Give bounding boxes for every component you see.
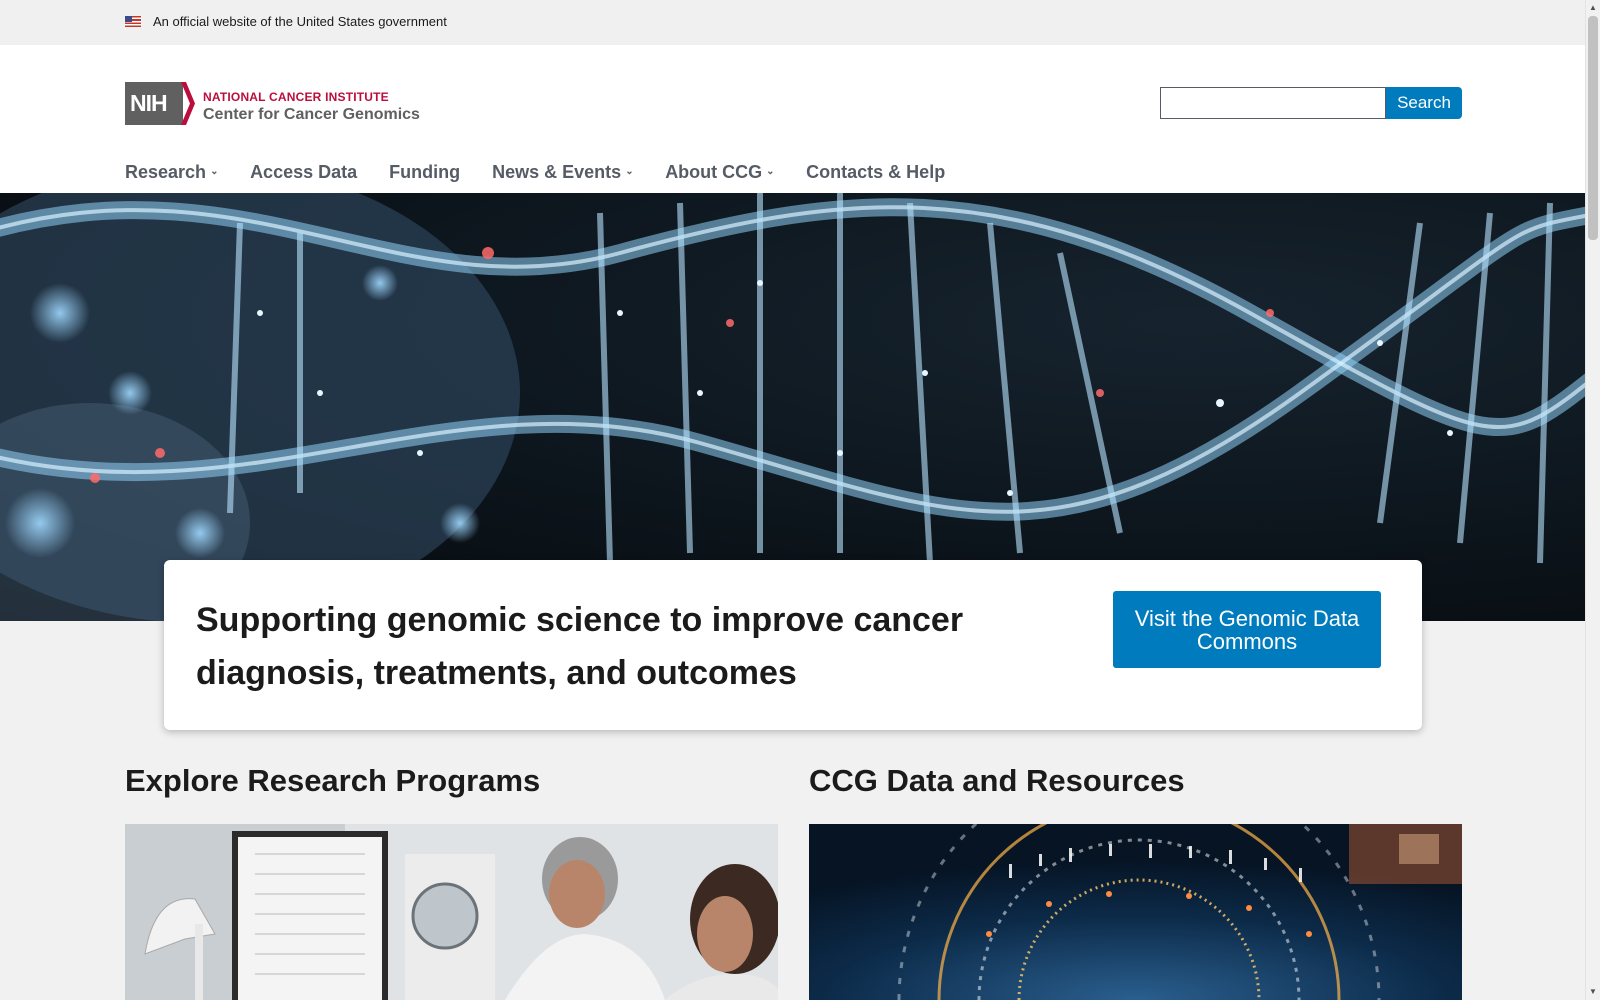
scroll-up-arrow-icon[interactable]: ▲ xyxy=(1588,3,1598,13)
scrollbar-thumb[interactable] xyxy=(1588,16,1598,240)
researchers-photo xyxy=(125,824,778,1000)
nav-item-access-data[interactable]: Access Data xyxy=(250,157,357,187)
data-resources-image[interactable] xyxy=(809,824,1462,1000)
data-resources-title: CCG Data and Resources xyxy=(809,763,1185,798)
chevron-down-icon: ⌄ xyxy=(766,166,775,177)
search-button[interactable]: Search xyxy=(1386,87,1462,119)
chevron-down-icon: ⌄ xyxy=(210,166,219,177)
nav-item-label: News & Events xyxy=(492,161,622,182)
hero-heading: Supporting genomic science to improve ca… xyxy=(196,601,964,692)
main-nav: Research ⌄ Access Data Funding News & Ev… xyxy=(125,157,945,187)
nav-item-research[interactable]: Research ⌄ xyxy=(125,157,218,187)
nih-chevron-icon xyxy=(181,82,195,125)
gov-banner: An official website of the United States… xyxy=(0,0,1585,45)
nav-item-label: Research xyxy=(125,161,207,182)
search-input[interactable] xyxy=(1160,87,1386,119)
us-flag-icon xyxy=(125,16,141,27)
dna-helix-illustration xyxy=(0,193,1585,621)
hero-card: Supporting genomic science to improve ca… xyxy=(164,560,1422,730)
nih-logo-mark: NIH xyxy=(125,82,183,125)
research-programs-title: Explore Research Programs xyxy=(125,763,541,798)
genome-circos-visual xyxy=(809,824,1462,1000)
hero-dna-image xyxy=(0,193,1585,621)
nav-item-funding[interactable]: Funding xyxy=(389,157,460,187)
nav-item-label: About CCG xyxy=(665,161,763,182)
scroll-down-arrow-icon[interactable]: ▼ xyxy=(1588,987,1598,997)
nav-item-label: Access Data xyxy=(250,161,358,182)
nav-item-label: Contacts & Help xyxy=(806,161,946,182)
nav-item-label: Funding xyxy=(389,161,461,182)
page-scrollbar[interactable]: ▲ ▼ xyxy=(1585,0,1600,1000)
nav-item-contacts-help[interactable]: Contacts & Help xyxy=(806,157,945,187)
site-header: NIH NATIONAL CANCER INSTITUTE Center for… xyxy=(0,45,1585,193)
institute-name: NATIONAL CANCER INSTITUTE xyxy=(203,90,389,104)
nci-ccg-logo[interactable]: NIH NATIONAL CANCER INSTITUTE Center for… xyxy=(125,82,445,128)
chevron-down-icon: ⌄ xyxy=(625,166,634,177)
gov-banner-text: An official website of the United States… xyxy=(153,14,447,29)
visit-gdc-button[interactable]: Visit the Genomic Data Commons xyxy=(1113,591,1381,668)
nav-item-news-events[interactable]: News & Events ⌄ xyxy=(492,157,633,187)
research-programs-image[interactable] xyxy=(125,824,778,1000)
center-name: Center for Cancer Genomics xyxy=(203,106,420,123)
nav-item-about-ccg[interactable]: About CCG ⌄ xyxy=(665,157,774,187)
